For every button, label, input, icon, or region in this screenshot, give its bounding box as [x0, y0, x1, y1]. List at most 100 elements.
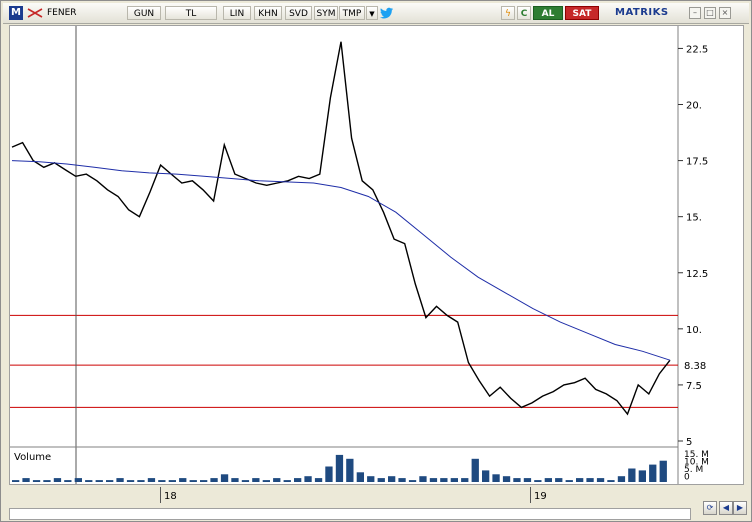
volume-bar — [231, 478, 239, 482]
volume-bar — [440, 478, 448, 482]
volume-bar — [586, 478, 594, 482]
matriks-logo: M — [9, 6, 23, 20]
volume-bar — [252, 478, 260, 482]
price-chart[interactable]: 22.520.17.515.12.510.7.558.38Volume 15. M… — [10, 26, 743, 484]
sell-button[interactable]: SAT — [565, 6, 599, 20]
x-tick-label: 19 — [534, 491, 547, 502]
buy-button[interactable]: AL — [533, 6, 563, 20]
volume-bar — [596, 478, 605, 482]
volume-bar — [200, 480, 208, 482]
caret-down-icon[interactable]: ▼ — [366, 6, 378, 20]
currency-button[interactable]: TL — [165, 6, 217, 20]
volume-bar — [513, 478, 521, 482]
volume-bar — [74, 478, 82, 482]
volume-bar — [565, 480, 573, 482]
brand-label: MATRIKS — [615, 7, 669, 18]
volume-bar — [126, 480, 135, 482]
volume-bar — [534, 480, 542, 482]
last-value-label: 8.38 — [684, 361, 706, 372]
x-tick-mark — [160, 487, 161, 503]
volume-label: Volume — [14, 452, 51, 463]
volume-bar — [95, 480, 103, 482]
volume-bar — [304, 476, 312, 482]
volume-bar — [408, 480, 417, 482]
moving-average-line — [11, 160, 671, 361]
chart-window: M FENER GUN TL LIN KHN SVD SYM TMP ▼ ϟ C… — [0, 0, 752, 522]
volume-bar — [116, 478, 124, 482]
volume-bar — [544, 478, 552, 482]
volume-bar — [659, 460, 667, 482]
volume-bar — [241, 480, 250, 482]
volume-bar — [523, 478, 532, 482]
volume-bar — [388, 476, 396, 482]
arrow-left-icon[interactable]: ◀ — [719, 501, 733, 515]
volume-bar — [189, 480, 197, 482]
volume-bar — [367, 476, 375, 482]
y-tick-label: 22.5 — [686, 44, 708, 55]
volume-bar — [22, 478, 30, 482]
volume-bar — [628, 468, 636, 482]
chart-area[interactable]: 22.5 20. 17.5 15. 12.5 10. 7.5 5 8.38 Volume 15. M… — [9, 25, 744, 485]
volume-bar — [335, 454, 344, 482]
volume-bar — [147, 478, 156, 482]
volume-bar — [106, 480, 114, 482]
scale-button[interactable]: LIN — [223, 6, 251, 20]
x-tick-mark — [530, 487, 531, 503]
lightning-icon[interactable]: ϟ — [501, 6, 515, 20]
volume-bar — [617, 476, 626, 482]
y-tick-label: 5 — [686, 437, 692, 448]
volume-bar — [461, 478, 469, 482]
refresh-button[interactable]: C — [517, 6, 531, 20]
twitter-bird-icon[interactable] — [380, 7, 394, 19]
sym-button[interactable]: SYM — [314, 6, 338, 20]
arrow-right-icon[interactable]: ▶ — [733, 501, 747, 515]
sync-icon[interactable]: ⟳ — [703, 501, 717, 515]
volume-bar — [419, 476, 427, 482]
volume-bar — [179, 478, 187, 482]
tmp-button[interactable]: TMP — [339, 6, 365, 20]
volume-bar — [53, 478, 62, 482]
time-scrollbar[interactable] — [9, 508, 691, 520]
y-tick-label: 15. — [686, 213, 702, 224]
y-tick-label: 20. — [686, 101, 702, 112]
volume-bar — [377, 478, 385, 482]
y-tick-label: 17.5 — [686, 157, 708, 168]
symbol-label[interactable]: FENER — [47, 6, 119, 20]
cross-arrows-icon[interactable] — [27, 8, 43, 18]
volume-bar — [158, 480, 166, 482]
volume-bar — [273, 478, 281, 482]
y-tick-label: 7.5 — [686, 381, 702, 392]
volume-bar — [314, 478, 323, 482]
y-tick-label: 12.5 — [686, 269, 708, 280]
volume-bar — [85, 480, 93, 482]
volume-tick-label: 0 — [684, 473, 690, 483]
volume-bar — [12, 480, 20, 482]
volume-bar — [638, 470, 646, 482]
y-tick-label: 10. — [686, 325, 702, 336]
volume-bar — [429, 478, 438, 482]
volume-bar — [450, 478, 458, 482]
volume-bar — [471, 458, 479, 482]
svd-button[interactable]: SVD — [285, 6, 312, 20]
volume-bar — [262, 480, 270, 482]
minimize-icon[interactable]: – — [689, 7, 701, 19]
volume-bar — [492, 474, 500, 482]
volume-bar — [210, 478, 218, 482]
volume-bar — [607, 480, 615, 482]
volume-bar — [325, 466, 333, 482]
volume-bar — [649, 464, 657, 482]
volume-bar — [346, 458, 354, 482]
volume-bar — [137, 480, 145, 482]
volume-bar — [555, 478, 563, 482]
volume-bar — [482, 470, 490, 482]
khn-button[interactable]: KHN — [254, 6, 282, 20]
close-icon[interactable]: × — [719, 7, 731, 19]
volume-bar — [356, 472, 364, 482]
volume-bar — [32, 480, 41, 482]
maximize-icon[interactable]: □ — [704, 7, 716, 19]
volume-bar — [294, 478, 302, 482]
volume-bar — [168, 480, 176, 482]
volume-bar — [398, 478, 406, 482]
period-button[interactable]: GUN — [127, 6, 161, 20]
volume-bar — [64, 480, 72, 482]
